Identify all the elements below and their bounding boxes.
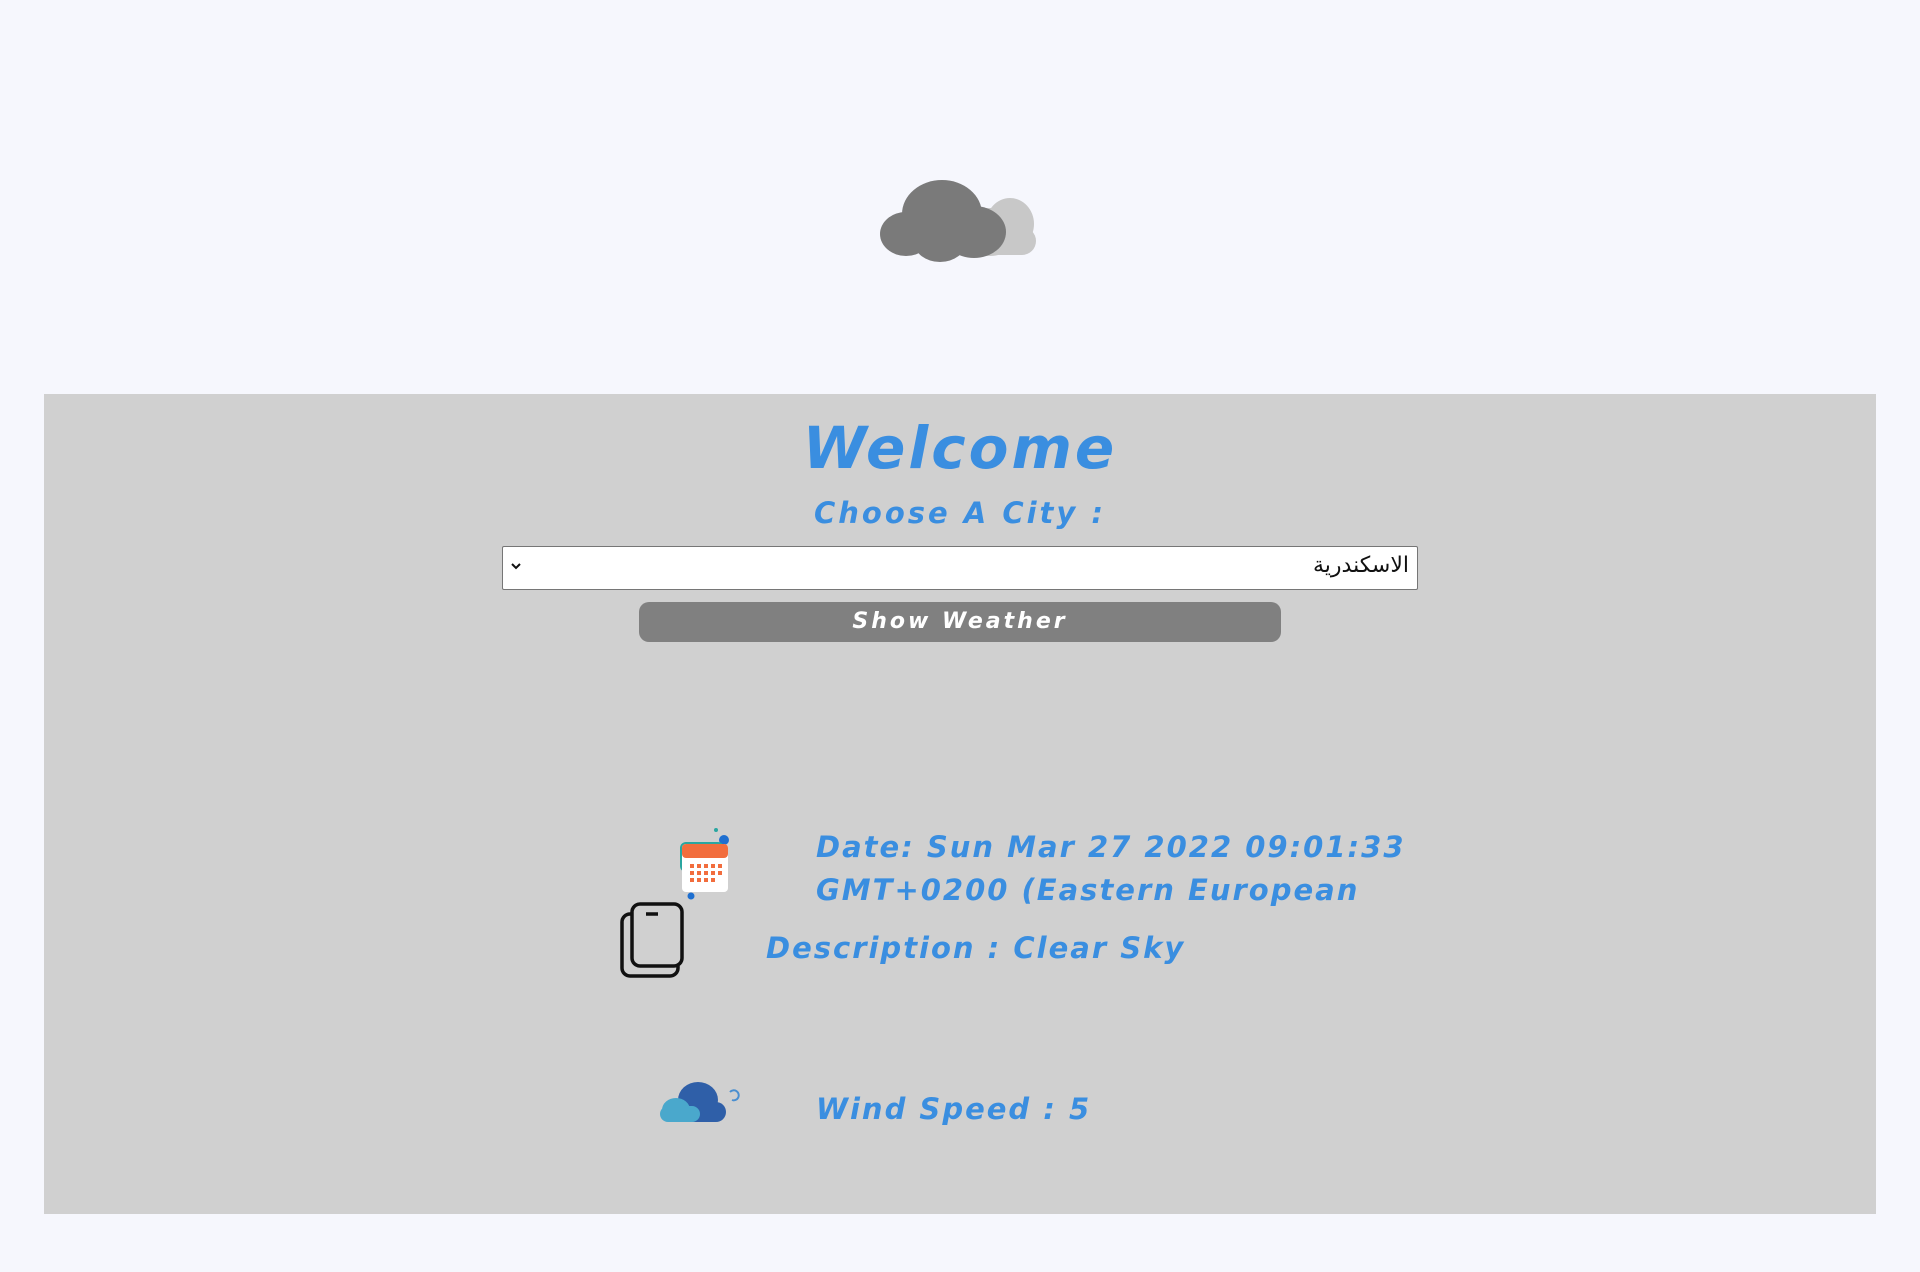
- cloud-icon: [660, 1082, 740, 1122]
- page: Welcome Choose A City : الاسكندرية Show …: [0, 0, 1920, 1272]
- city-select[interactable]: الاسكندرية: [502, 546, 1418, 590]
- city-select-value: الاسكندرية: [1313, 553, 1409, 578]
- date-text: Date: Sun Mar 27 2022 09:01:33 GMT+0200 …: [816, 830, 1406, 907]
- chevron-down-icon: [511, 563, 521, 570]
- choose-city-label: Choose A City :: [813, 496, 1107, 530]
- calendar-icon: [680, 828, 729, 900]
- copy-icon: [620, 902, 684, 978]
- show-weather-button[interactable]: Show Weather: [639, 602, 1281, 642]
- weather-panel: Welcome Choose A City : الاسكندرية Show …: [44, 394, 1876, 1214]
- welcome-heading: Welcome: [802, 414, 1118, 482]
- description-text: Description : Clear Sky: [766, 931, 1186, 965]
- cloud-icon: [880, 180, 1036, 262]
- wind-speed-text: Wind Speed : 5: [816, 1092, 1092, 1126]
